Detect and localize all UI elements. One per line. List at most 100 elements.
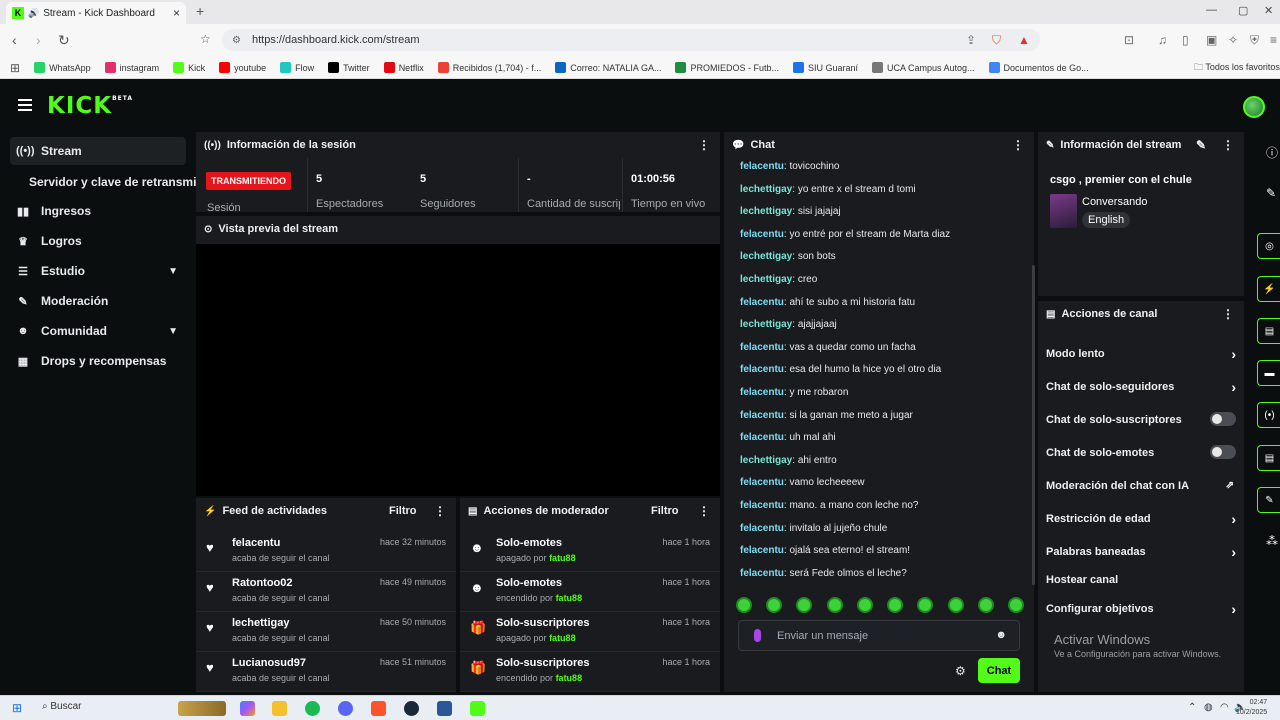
emote-icon[interactable] bbox=[796, 597, 813, 613]
bookmark-item[interactable]: SIU Guaraní bbox=[792, 62, 858, 73]
close-window-icon[interactable]: ✕ bbox=[1264, 4, 1273, 17]
feed-username[interactable]: lechettigay bbox=[232, 617, 289, 629]
bookmark-item[interactable]: Flow bbox=[280, 62, 314, 73]
feed-username[interactable]: Ratontoo02 bbox=[232, 577, 293, 589]
rail-document-icon[interactable]: ▤ bbox=[1257, 318, 1280, 344]
taskbar-widget-icon[interactable] bbox=[178, 701, 226, 716]
rail-share-icon[interactable]: ⁂ bbox=[1266, 534, 1278, 548]
bookmark-item[interactable]: Recibidos (1,704) - f... bbox=[437, 62, 541, 73]
tray-wifi-icon[interactable]: ◠ bbox=[1220, 702, 1229, 713]
forward-icon[interactable]: › bbox=[36, 32, 41, 48]
kick-app-icon[interactable] bbox=[470, 701, 485, 716]
toggle-switch[interactable] bbox=[1210, 445, 1236, 459]
channel-action-row[interactable]: Chat de solo-emotes bbox=[1046, 445, 1236, 459]
share-icon[interactable]: ⇪ bbox=[966, 33, 976, 47]
close-tab-icon[interactable]: × bbox=[173, 6, 180, 20]
emote-icon[interactable] bbox=[736, 597, 752, 613]
copilot-icon[interactable] bbox=[240, 701, 255, 716]
bookmark-item[interactable]: PROMIEDOS - Futb... bbox=[675, 62, 779, 73]
chat-username[interactable]: felacentu bbox=[740, 523, 784, 534]
mod-action-row[interactable]: 🎁 Solo-suscriptores apagado por fatu88 hace… bbox=[460, 612, 720, 652]
chat-username[interactable]: lechettigay bbox=[740, 319, 792, 330]
bookmark-item[interactable]: UCA Campus Autog... bbox=[872, 62, 975, 73]
extension-icon[interactable]: ⊡ bbox=[1124, 33, 1134, 47]
emote-icon[interactable] bbox=[977, 597, 994, 613]
chat-username[interactable]: felacentu bbox=[740, 432, 784, 443]
toggle-switch[interactable] bbox=[1210, 412, 1236, 426]
menu-icon[interactable]: ≡ bbox=[1270, 33, 1277, 47]
channel-action-row[interactable]: Chat de solo-suscriptores bbox=[1046, 412, 1236, 426]
chat-username[interactable]: lechettigay bbox=[740, 184, 792, 195]
chat-username[interactable]: felacentu bbox=[740, 477, 784, 488]
taskbar-search[interactable]: ⌕ Buscar bbox=[42, 701, 82, 712]
all-bookmarks[interactable]: 🗀 Todos los favoritos bbox=[1194, 60, 1280, 76]
channel-action-row[interactable]: Moderación del chat con IA ⇗ bbox=[1046, 480, 1236, 492]
emote-icon[interactable] bbox=[917, 597, 934, 613]
emote-icon[interactable] bbox=[887, 597, 904, 613]
sidebar-item-stream[interactable]: ((•)) Stream bbox=[10, 137, 186, 165]
channel-action-row[interactable]: Chat de solo-seguidores › bbox=[1046, 379, 1236, 395]
bookmark-item[interactable]: Netflix bbox=[383, 62, 424, 73]
chat-username[interactable]: lechettigay bbox=[740, 455, 792, 466]
chat-username[interactable]: felacentu bbox=[740, 500, 784, 511]
send-chat-button[interactable]: Chat bbox=[978, 658, 1020, 683]
sidebar-subitem-server-key[interactable]: Servidor y clave de retransmisión bbox=[29, 175, 196, 189]
wallet-icon[interactable]: ▣ bbox=[1206, 33, 1217, 47]
rail-list-icon[interactable]: ▤ bbox=[1257, 445, 1280, 471]
windows-start-icon[interactable]: ⊞ bbox=[12, 701, 22, 715]
apps-grid-icon[interactable]: ⊞ bbox=[10, 61, 20, 75]
chat-username[interactable]: lechettigay bbox=[740, 206, 792, 217]
sidebar-item-comunidad[interactable]: ☻ Comunidad ▼ bbox=[10, 317, 186, 345]
emote-icon[interactable] bbox=[1007, 597, 1024, 613]
feed-username[interactable]: Lucianosud97 bbox=[232, 657, 306, 669]
bookmark-item[interactable]: Documentos de Go... bbox=[988, 62, 1089, 73]
info-icon[interactable]: ⓘ bbox=[1266, 144, 1278, 161]
more-options-icon[interactable]: ⋮ bbox=[1012, 138, 1024, 152]
more-options-icon[interactable]: ⋮ bbox=[1222, 307, 1234, 321]
mod-action-row[interactable]: ☻ Solo-emotes encendido por fatu88 hace 1 h… bbox=[460, 572, 720, 612]
channel-action-row[interactable]: Restricción de edad › bbox=[1046, 511, 1236, 527]
sidebar-item-estudio[interactable]: ☰ Estudio ▼ bbox=[10, 257, 186, 285]
mod-action-by[interactable]: fatu88 bbox=[556, 673, 583, 683]
url-field[interactable]: ⚙ https://dashboard.kick.com/stream bbox=[222, 29, 1040, 51]
more-options-icon[interactable]: ⋮ bbox=[434, 504, 446, 518]
chat-username[interactable]: felacentu bbox=[740, 410, 784, 421]
chat-username[interactable]: felacentu bbox=[740, 229, 784, 240]
spotify-icon[interactable] bbox=[305, 701, 320, 716]
taskbar-clock[interactable]: 02:47 10/2/2025 bbox=[1236, 698, 1267, 718]
more-options-icon[interactable]: ⋮ bbox=[698, 138, 710, 152]
file-explorer-icon[interactable] bbox=[272, 701, 287, 716]
discord-icon[interactable] bbox=[338, 701, 353, 716]
bookmark-item[interactable]: WhatsApp bbox=[34, 62, 91, 73]
sidebar-item-moderacion[interactable]: ✎ Moderación bbox=[10, 287, 186, 315]
emote-icon[interactable] bbox=[766, 597, 783, 613]
chat-scrollbar[interactable] bbox=[1032, 265, 1035, 585]
channel-action-row[interactable]: Hostear canal bbox=[1046, 574, 1236, 586]
stream-preview-video[interactable] bbox=[196, 244, 720, 496]
brave-shield-icon[interactable]: ⛉ bbox=[992, 33, 1001, 48]
brave-rewards-icon[interactable]: ▲ bbox=[1018, 33, 1030, 47]
chat-username[interactable]: felacentu bbox=[740, 161, 784, 172]
sidebar-item-ingresos[interactable]: ▮▮ Ingresos bbox=[10, 197, 186, 225]
brave-browser-icon[interactable] bbox=[371, 701, 386, 716]
channel-action-row[interactable]: Palabras baneadas › bbox=[1046, 544, 1236, 560]
chat-message-input[interactable]: Enviar un mensaje ☻ bbox=[738, 620, 1020, 651]
vpn-icon[interactable]: ⛨ bbox=[1250, 33, 1259, 48]
mod-action-by[interactable]: fatu88 bbox=[549, 553, 576, 563]
tray-vpn-icon[interactable]: ◍ bbox=[1204, 702, 1213, 713]
mod-action-by[interactable]: fatu88 bbox=[549, 633, 576, 643]
bookmark-item[interactable]: Kick bbox=[173, 62, 205, 73]
chat-username[interactable]: felacentu bbox=[740, 568, 784, 579]
more-options-icon[interactable]: ⋮ bbox=[698, 504, 710, 518]
media-icon[interactable]: ♫ bbox=[1158, 33, 1167, 47]
chat-username[interactable]: lechettigay bbox=[740, 274, 792, 285]
channel-action-row[interactable]: Configurar objetivos › bbox=[1046, 601, 1236, 617]
audio-playing-icon[interactable]: 🔊 bbox=[28, 8, 39, 19]
bookmark-item[interactable]: instagram bbox=[104, 62, 159, 73]
sidebar-item-logros[interactable]: ♛ Logros bbox=[10, 227, 186, 255]
activity-feed-row[interactable]: ♥ lechettigay acaba de seguir el canal hace… bbox=[196, 612, 456, 652]
emote-icon[interactable] bbox=[947, 597, 964, 613]
site-info-icon[interactable]: ⚙ bbox=[232, 35, 241, 46]
chat-username[interactable]: felacentu bbox=[740, 364, 784, 375]
rail-camera-icon[interactable]: ◎ bbox=[1257, 233, 1280, 259]
